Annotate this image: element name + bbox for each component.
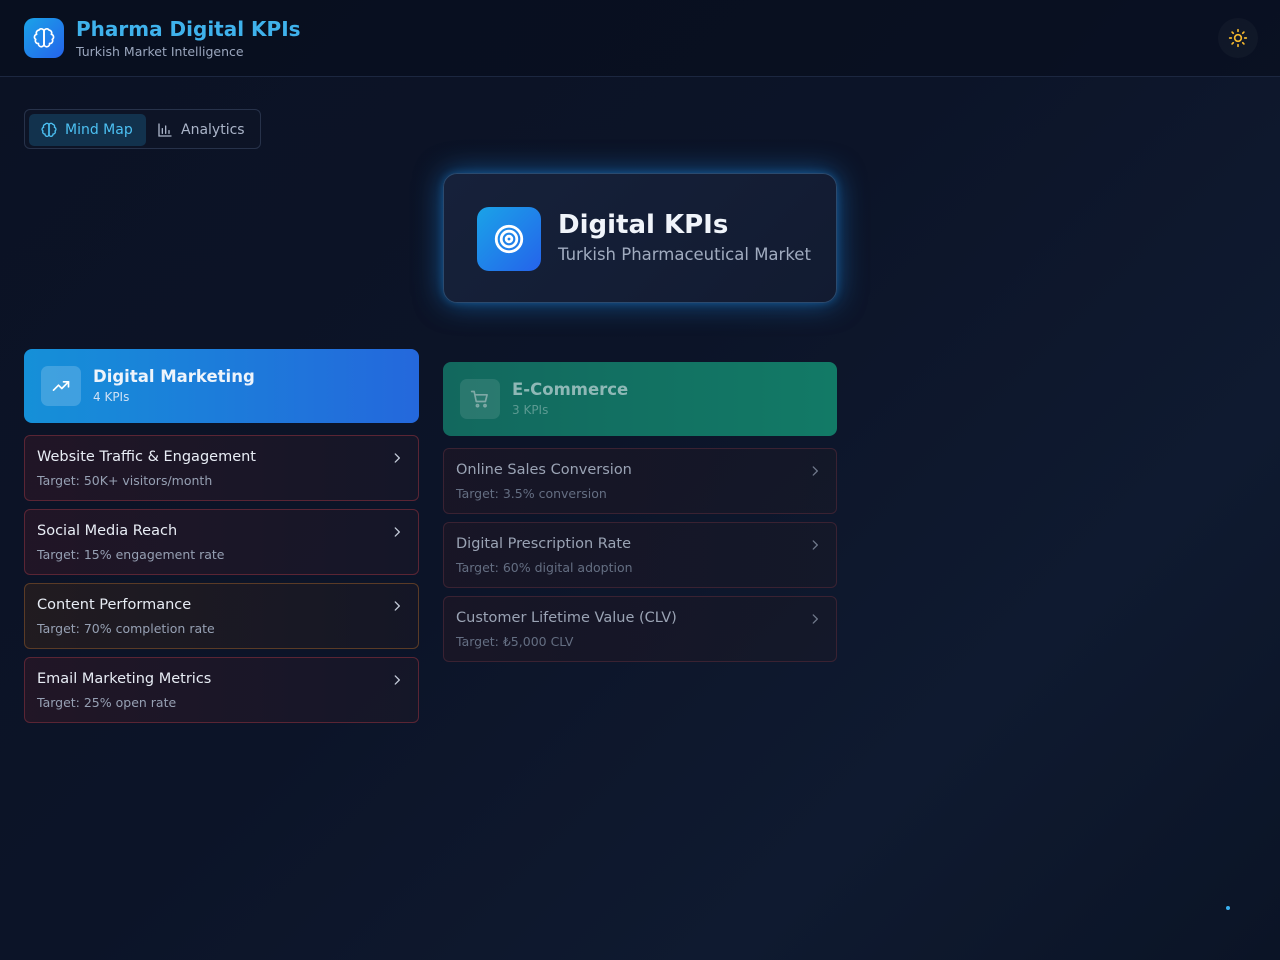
- app-title: Pharma Digital KPIs: [76, 17, 301, 41]
- chevron-right-icon: [812, 614, 818, 624]
- kpi-name: Content Performance: [37, 597, 192, 613]
- tab-mind-map[interactable]: Mind Map: [29, 114, 146, 146]
- status-dot: [1226, 906, 1230, 910]
- sun-icon: [1228, 28, 1248, 48]
- kpi-target: Target: 15% engagement rate: [37, 547, 225, 562]
- category-count: 4 KPIs: [93, 390, 130, 404]
- kpi-target: Target: ₺5,000 CLV: [456, 634, 574, 649]
- kpi-card[interactable]: Email Marketing Metrics Target: 25% open…: [24, 657, 419, 723]
- kpi-name: Digital Prescription Rate: [456, 536, 632, 552]
- kpi-name: Customer Lifetime Value (CLV): [456, 610, 677, 626]
- center-node[interactable]: Digital KPIs Turkish Pharmaceutical Mark…: [443, 173, 837, 303]
- kpi-name: Online Sales Conversion: [456, 462, 632, 478]
- kpi-card[interactable]: Social Media Reach Target: 15% engagemen…: [24, 509, 419, 575]
- chevron-right-icon: [394, 453, 400, 463]
- kpi-name: Social Media Reach: [37, 523, 178, 539]
- tab-analytics-label: Analytics: [181, 122, 245, 138]
- kpi-card[interactable]: Online Sales Conversion Target: 3.5% con…: [443, 448, 837, 514]
- center-subtitle: Turkish Pharmaceutical Market: [558, 245, 811, 264]
- kpi-target: Target: 50K+ visitors/month: [37, 473, 213, 488]
- trending-up-icon: [41, 366, 81, 406]
- chevron-right-icon: [812, 540, 818, 550]
- kpi-card[interactable]: Customer Lifetime Value (CLV) Target: ₺5…: [443, 596, 837, 662]
- kpi-target: Target: 25% open rate: [37, 695, 177, 710]
- kpi-target: Target: 3.5% conversion: [456, 486, 607, 501]
- cart-icon: [460, 379, 500, 419]
- chevron-right-icon: [394, 527, 400, 537]
- category-count: 3 KPIs: [512, 403, 549, 417]
- bar-chart-icon: [158, 123, 172, 137]
- category-title: E-Commerce: [512, 380, 629, 399]
- app-header: Pharma Digital KPIs Turkish Market Intel…: [0, 0, 1280, 77]
- theme-toggle-button[interactable]: [1218, 18, 1258, 58]
- kpi-card[interactable]: Digital Prescription Rate Target: 60% di…: [443, 522, 837, 588]
- view-toggle: Mind Map Analytics: [24, 109, 261, 149]
- category-e-commerce[interactable]: E-Commerce 3 KPIs: [443, 362, 837, 436]
- chevron-right-icon: [812, 466, 818, 476]
- kpi-name: Email Marketing Metrics: [37, 671, 212, 687]
- brain-icon: [41, 122, 57, 137]
- chevron-right-icon: [394, 675, 400, 685]
- category-digital-marketing[interactable]: Digital Marketing 4 KPIs: [24, 349, 419, 423]
- kpi-target: Target: 70% completion rate: [37, 621, 215, 636]
- tab-analytics[interactable]: Analytics: [149, 114, 257, 146]
- app-subtitle: Turkish Market Intelligence: [76, 44, 244, 59]
- chevron-right-icon: [394, 601, 400, 611]
- tab-mind-map-label: Mind Map: [65, 122, 133, 138]
- kpi-name: Website Traffic & Engagement: [37, 449, 256, 465]
- center-title: Digital KPIs: [558, 210, 729, 240]
- category-title: Digital Marketing: [93, 367, 255, 386]
- target-icon: [477, 207, 541, 271]
- kpi-card[interactable]: Content Performance Target: 70% completi…: [24, 583, 419, 649]
- kpi-target: Target: 60% digital adoption: [456, 560, 633, 575]
- kpi-card[interactable]: Website Traffic & Engagement Target: 50K…: [24, 435, 419, 501]
- brain-icon: [24, 18, 64, 58]
